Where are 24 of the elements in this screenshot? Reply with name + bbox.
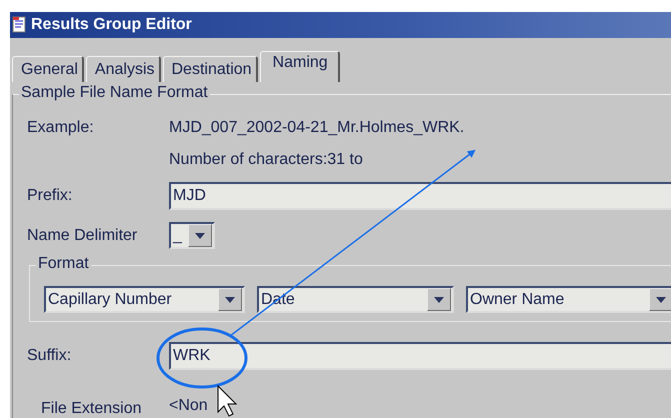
format-combo[interactable]: Capillary Number [44,286,245,313]
name-delimiter-combo[interactable]: _ [169,222,215,249]
file-extension-value: <Non [169,397,208,415]
tab[interactable]: Destination [162,56,258,82]
combo-value: _ [172,226,183,244]
suffix-label: Suffix: [27,347,72,365]
tab[interactable]: General [12,56,84,82]
app-icon [12,16,28,34]
example-label: Example: [27,119,95,137]
combo-value: Capillary Number [47,290,173,308]
file-extension-label: File Extension [40,399,142,418]
window-title: Results Group Editor [31,16,192,34]
combo-value: Owner Name [469,290,566,308]
group-title: Sample File Name Format [19,84,210,102]
format-combo[interactable]: Owner Name [466,286,671,313]
character-count: Number of characters:31 to [169,151,363,169]
tab[interactable]: Analysis [86,56,160,82]
prefix-label: Prefix: [27,187,74,205]
prefix-field[interactable]: MJD [169,182,671,210]
example-value: MJD_007_2002-04-21_Mr.Holmes_WRK. [169,119,464,137]
tab[interactable]: Naming [260,51,340,82]
suffix-field[interactable]: WRK [169,342,671,370]
name-delimiter-label: Name Delimiter [27,226,138,244]
mouse-cursor-icon [218,384,238,417]
